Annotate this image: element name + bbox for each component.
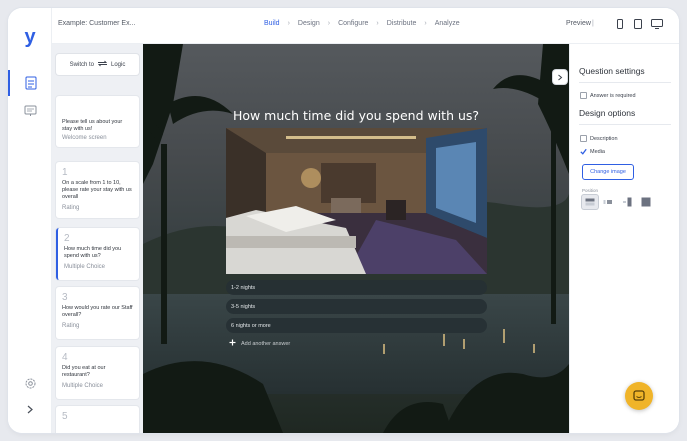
position-option-top[interactable] [582,195,598,209]
question-card-type: Rating [62,323,80,329]
check-icon [580,148,587,155]
question-card-type: Rating [62,205,80,211]
question-settings-title: Question settings [579,66,645,76]
answer-choice[interactable]: 6 nights or more [226,318,487,333]
question-card-type: Multiple Choice [64,264,106,270]
change-image-button[interactable]: Change image [582,164,634,180]
checkbox-box [580,92,587,99]
step-separator: › [287,20,290,27]
settings-gear-icon[interactable] [8,370,52,396]
app-window: y Example: Customer Ex... Build › Design… [8,8,679,433]
tab-configure[interactable]: Configure [338,20,368,27]
divider [579,82,671,83]
build-list-icon[interactable] [8,70,52,96]
step-separator: › [327,20,331,27]
tab-analyze[interactable]: Analyze [435,20,460,27]
answer-choice[interactable]: 3-5 nights [226,299,487,314]
logic-swap-icon [97,60,108,69]
answer-choice[interactable]: 1-2 nights [226,280,487,295]
tab-distribute[interactable]: Distribute [387,20,417,27]
switch-to-logic-button[interactable]: Switch to Logic [56,54,139,75]
description-checkbox[interactable]: Description [580,135,618,142]
divider [579,124,671,125]
add-answer-button[interactable]: Add another answer [229,339,290,348]
tab-build[interactable]: Build [264,20,280,27]
question-card-text: How would you rate our Staff overall? [62,305,133,318]
question-list-panel: Switch to Logic Please tell us about you… [52,44,143,433]
collapse-arrow-icon[interactable] [553,70,567,84]
logic-button-suffix: Logic [111,61,126,68]
position-option-background[interactable] [638,195,654,209]
position-option-right[interactable] [619,195,635,209]
step-separator: › [424,20,427,27]
question-card-type: Welcome screen [62,135,107,141]
phone-icon[interactable] [614,18,626,30]
question-card-type: Multiple Choice [62,383,104,389]
desktop-icon[interactable] [651,18,663,30]
question-card-4[interactable]: 4 Did you eat at our restaurant? Multipl… [56,347,139,399]
chat-icon[interactable] [625,382,653,410]
question-card-text: How much time did you spend with us? [64,246,122,259]
question-card-3[interactable]: 3 How would you rate our Staff overall? … [56,287,139,339]
position-label: Position [582,188,599,193]
answer-required-checkbox[interactable]: Answer is required [580,92,636,99]
add-answer-label: Add another answer [241,340,291,347]
description-label: Description [590,135,618,142]
survey-preview: How much time did you spend with us? 1-2… [143,44,569,433]
top-bar: Example: Customer Ex... Build › Design ›… [52,8,679,44]
logo[interactable]: y [8,26,52,49]
question-card-number: 4 [62,352,68,363]
logic-button-prefix: Switch to [69,61,94,68]
preview-label[interactable]: Preview [566,20,591,27]
question-card-1[interactable]: 1 On a scale from 1 to 10, please rate y… [56,162,139,218]
checkbox-box [580,135,587,142]
position-option-left[interactable] [600,195,616,209]
expand-arrow-icon[interactable] [8,396,52,422]
question-card-number: 3 [62,292,68,303]
question-card-number: 5 [62,411,68,422]
question-card-number: 2 [64,233,70,244]
question-card-text: On a scale from 1 to 10, please rate you… [62,180,132,200]
question-media-image [226,128,487,274]
question-card-number: 1 [62,167,68,178]
question-card-2[interactable]: 2 How much time did you spend with us? M… [56,228,139,280]
design-icon[interactable] [8,98,52,124]
plus-icon [229,339,236,348]
media-checkbox[interactable]: Media [580,148,605,155]
settings-panel: Question settings Answer is required Des… [569,44,679,433]
survey-name[interactable]: Example: Customer Ex... [58,20,138,27]
design-options-title: Design options [579,108,636,118]
tab-design[interactable]: Design [298,20,320,27]
step-separator: › [376,20,379,27]
question-card-welcome[interactable]: Please tell us about your stay with us! … [56,96,139,147]
tablet-icon[interactable] [632,18,644,30]
answer-required-label: Answer is required [590,92,636,99]
left-rail: y [8,8,52,433]
question-card-text: Did you eat at our restaurant? [62,365,106,378]
question-card-text: Please tell us about your stay with us! [62,119,123,132]
question-title[interactable]: How much time did you spend with us? [143,108,569,123]
media-label: Media [590,148,605,155]
preview-separator: | [592,20,594,27]
question-card-5[interactable]: 5 [56,406,139,433]
step-nav: Build › Design › Configure › Distribute … [264,20,460,27]
